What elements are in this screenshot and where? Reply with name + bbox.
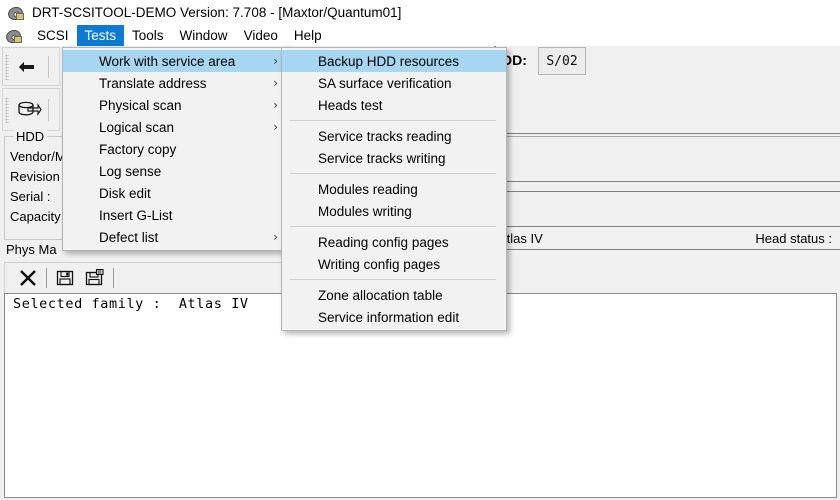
menu-item-label: Factory copy [99,141,177,157]
menu-item-label: Modules reading [318,181,418,197]
submenu-separator-4 [290,279,496,280]
hdd-id-field[interactable]: S/02 [538,47,586,75]
hdd-field-serial: Serial : [10,189,51,204]
menu-item-label: Service tracks writing [318,150,446,166]
chevron-right-icon: › [273,120,278,134]
menu-item-label: Translate address [99,75,207,91]
hdd-field-capacity: Capacity [10,209,61,224]
chevron-right-icon: › [273,230,278,244]
menu-item-label: Defect list [99,229,159,245]
menu-item-factory-copy[interactable]: Factory copy [63,138,288,160]
menubar-item-window[interactable]: Window [172,25,236,46]
menu-item-label: Log sense [99,163,162,179]
submenu-separator-2 [290,173,496,174]
menubar-item-tests[interactable]: Tests [76,25,125,46]
panel-divider-3 [496,191,840,192]
submenu-item-reading-config-pages[interactable]: Reading config pages [282,231,506,253]
drive-select-icon[interactable] [12,95,46,125]
submenu-item-zone-allocation-table[interactable]: Zone allocation table [282,284,506,306]
swap-arrows-icon[interactable] [12,52,46,82]
menu-item-label: Reading config pages [318,234,449,250]
menu-item-defect-list[interactable]: Defect list › [63,226,288,248]
application-window: DRT-SCSITOOL-DEMO Version: 7.708 - [Maxt… [0,0,840,500]
submenu-item-service-tracks-reading[interactable]: Service tracks reading [282,125,506,147]
chevron-right-icon: › [273,98,278,112]
hdd-field-list: Vendor/M Revision Serial : Capacity [10,147,66,227]
toolbar-primary [2,47,60,86]
tests-dropdown-menu[interactable]: Work with service area › Translate addre… [62,47,289,251]
panel-divider-2 [496,181,840,182]
toolbar-separator [48,55,49,78]
submenu-item-writing-config-pages[interactable]: Writing config pages [282,253,506,275]
menu-item-translate-address[interactable]: Translate address › [63,72,288,94]
menu-item-label: Zone allocation table [318,287,443,303]
clear-log-icon[interactable] [13,265,43,291]
menu-item-label: Physical scan [99,97,182,113]
menu-item-disk-edit[interactable]: Disk edit [63,182,288,204]
menu-item-insert-g-list[interactable]: Insert G-List [63,204,288,226]
menu-bar: SCSI Tests Tools Window Video Help [0,25,840,46]
submenu-item-heads-test[interactable]: Heads test [282,94,506,116]
menu-item-label: Work with service area [99,53,236,69]
hdd-field-revision: Revision [10,169,60,184]
menu-item-label: Logical scan [99,119,175,135]
submenu-separator-1 [290,120,496,121]
submenu-item-backup-hdd-resources[interactable]: Backup HDD resources [282,50,506,72]
menu-item-label: Insert G-List [99,207,173,223]
submenu-separator-3 [290,226,496,227]
window-title: DRT-SCSITOOL-DEMO Version: 7.708 - [Maxt… [32,5,402,20]
menu-item-label: Heads test [318,97,383,113]
menu-item-label: Backup HDD resources [318,53,460,69]
menu-item-label: Service tracks reading [318,128,452,144]
hdd-info-panel [494,46,840,294]
hdd-field-vendor: Vendor/M [10,149,66,164]
app-disc-icon [6,4,25,22]
toolbar-secondary [2,88,60,131]
submenu-item-modules-writing[interactable]: Modules writing [282,200,506,222]
toolbar-separator-2 [48,98,49,121]
menu-item-label: Writing config pages [318,256,441,272]
menu-item-label: Service information edit [318,309,460,325]
panel-divider-1 [496,133,840,134]
toolbar-grip[interactable] [5,53,9,80]
menu-item-label: Modules writing [318,203,412,219]
panel-divider-5 [496,249,840,250]
log-toolbar-separator-2 [113,268,114,288]
chevron-right-icon: › [273,54,278,68]
menu-item-physical-scan[interactable]: Physical scan › [63,94,288,116]
title-bar: DRT-SCSITOOL-DEMO Version: 7.708 - [Maxt… [0,0,840,25]
submenu-item-sa-surface-verification[interactable]: SA surface verification [282,72,506,94]
save-log-icon[interactable] [50,265,80,291]
service-area-submenu[interactable]: Backup HDD resources SA surface verifica… [281,47,507,331]
submenu-item-service-information-edit[interactable]: Service information edit [282,306,506,328]
menubar-item-help[interactable]: Help [286,25,330,46]
submenu-item-service-tracks-writing[interactable]: Service tracks writing [282,147,506,169]
log-toolbar-separator-1 [46,268,47,288]
menubar-item-scsi[interactable]: SCSI [29,25,77,46]
panel-divider-1b [496,136,840,137]
chevron-right-icon: › [273,76,278,90]
system-menu-icon[interactable] [4,28,23,45]
hdd-group-legend: HDD [13,129,48,144]
panel-divider-4 [496,226,840,227]
toolbar-grip-2[interactable] [5,96,9,123]
menubar-item-tools[interactable]: Tools [124,25,172,46]
save-log-as-icon[interactable] [80,265,110,291]
menu-item-label: SA surface verification [318,75,452,91]
menu-item-log-sense[interactable]: Log sense [63,160,288,182]
menu-item-label: Disk edit [99,185,151,201]
menubar-item-video[interactable]: Video [236,25,286,46]
menu-item-work-with-service-area[interactable]: Work with service area › [63,50,288,72]
menu-item-logical-scan[interactable]: Logical scan › [63,116,288,138]
submenu-item-modules-reading[interactable]: Modules reading [282,178,506,200]
head-status-label: Head status : [755,231,832,246]
log-toolbar [4,262,290,293]
phys-map-label: Phys Ma [6,242,57,257]
